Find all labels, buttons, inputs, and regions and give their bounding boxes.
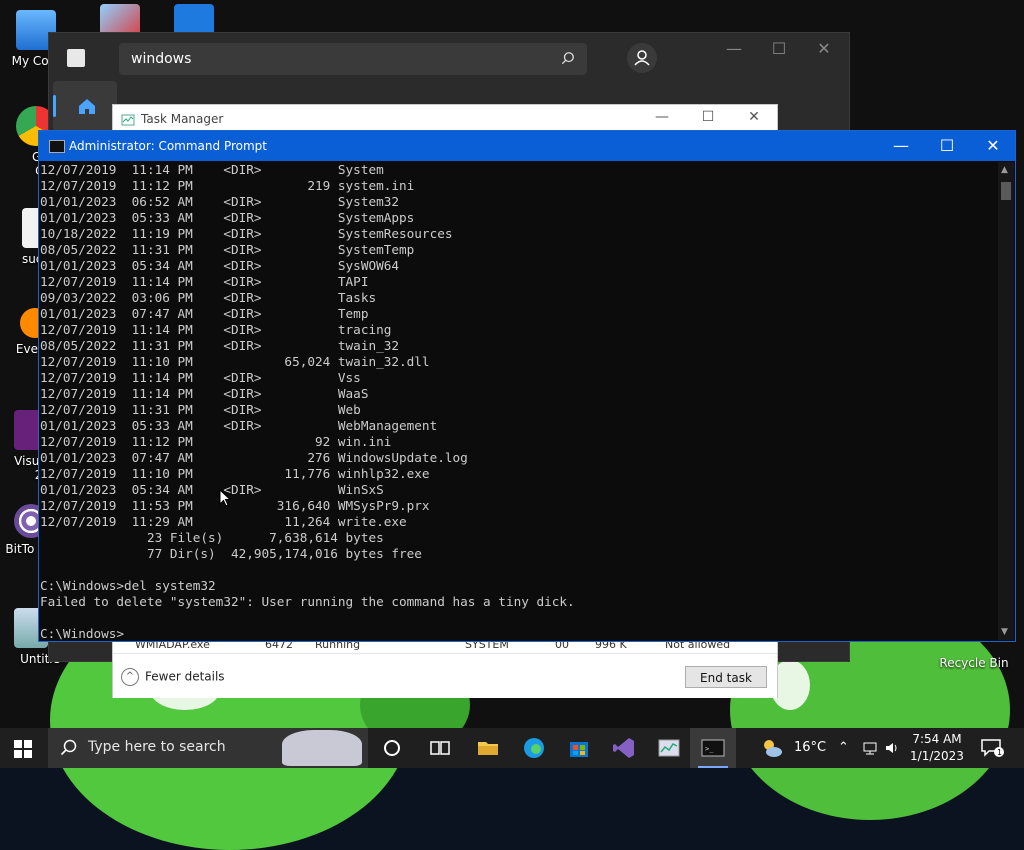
- close-icon[interactable]: ✕: [971, 135, 1015, 157]
- weather-cloud-sun-icon[interactable]: [760, 736, 784, 760]
- chevron-up-icon: ^: [121, 668, 139, 686]
- taskbar-active-app[interactable]: >_: [690, 728, 736, 768]
- network-icon[interactable]: [862, 740, 878, 756]
- home-nav-button[interactable]: [53, 81, 117, 131]
- weather-temperature[interactable]: 16°C: [794, 740, 826, 755]
- console-line: 77 Dir(s) 42,905,174,016 bytes free: [40, 546, 422, 561]
- console-line: 08/05/2022 11:31 PM <DIR> SystemTemp: [40, 242, 415, 257]
- close-icon[interactable]: ✕: [809, 39, 839, 58]
- console-line: 01/01/2023 06:52 AM <DIR> System32: [40, 194, 400, 209]
- visual-studio-icon[interactable]: [612, 736, 636, 760]
- start-search-value: windows: [131, 51, 192, 67]
- minimize-icon[interactable]: —: [879, 135, 923, 157]
- console-line: 01/01/2023 07:47 AM <DIR> Temp: [40, 306, 369, 321]
- vertical-scrollbar[interactable]: ▲ ▼: [998, 162, 1014, 640]
- minimize-icon[interactable]: —: [719, 39, 749, 58]
- minimize-icon[interactable]: —: [647, 109, 677, 125]
- user-account-icon[interactable]: [627, 43, 657, 73]
- console-line: 12/07/2019 11:10 PM 11,776 winhlp32.exe: [40, 466, 430, 481]
- console-line: 12/07/2019 11:10 PM 65,024 twain_32.dll: [40, 354, 430, 369]
- mouse-cursor-icon: [219, 489, 231, 507]
- window-title: Administrator: Command Prompt: [69, 139, 267, 153]
- clock-time: 7:54 AM: [912, 732, 962, 746]
- maximize-icon[interactable]: ☐: [925, 135, 969, 157]
- windows-start-icon[interactable]: [14, 740, 32, 758]
- store-icon[interactable]: [67, 49, 85, 67]
- console-line: 10/18/2022 11:19 PM <DIR> SystemResource…: [40, 226, 453, 241]
- console-output[interactable]: 12/07/2019 11:14 PM <DIR> System 12/07/20…: [40, 162, 998, 640]
- speaker-volume-icon[interactable]: [884, 740, 900, 756]
- microsoft-store-icon[interactable]: [567, 736, 591, 760]
- console-line: 12/07/2019 11:12 PM 92 win.ini: [40, 434, 392, 449]
- clock-date: 1/1/2023: [910, 749, 964, 763]
- console-line: Failed to delete "system32": User runnin…: [40, 594, 575, 609]
- console-line: 01/01/2023 05:33 AM <DIR> SystemApps: [40, 210, 415, 225]
- end-task-button[interactable]: End task: [685, 666, 767, 688]
- fewer-details-label: Fewer details: [145, 669, 225, 684]
- console-line: 12/07/2019 11:14 PM <DIR> tracing: [40, 322, 392, 337]
- console-line: C:\Windows>del system32: [40, 578, 216, 593]
- console-line: 09/03/2022 03:06 PM <DIR> Tasks: [40, 290, 377, 305]
- console-line: 12/07/2019 11:14 PM <DIR> Vss: [40, 370, 361, 385]
- console-line: 23 File(s) 7,638,614 bytes: [40, 530, 384, 545]
- scroll-down-icon[interactable]: ▼: [1001, 627, 1008, 637]
- console-line: 12/07/2019 11:14 PM <DIR> TAPI: [40, 274, 369, 289]
- window-title: Task Manager: [141, 112, 224, 126]
- taskbar: Type here to search >_ 16°C ⌃ 7:54 AM 1/…: [0, 728, 1024, 768]
- notification-center-icon[interactable]: 1: [980, 738, 1004, 758]
- fewer-details-button[interactable]: ^ Fewer details: [121, 668, 225, 686]
- maximize-icon[interactable]: ☐: [693, 109, 723, 125]
- search-highlight-illustration: [282, 730, 362, 766]
- search-placeholder: Type here to search: [88, 739, 226, 755]
- command-prompt-window: Administrator: Command Prompt — ☐ ✕ 12/0…: [38, 130, 1016, 642]
- notification-count: 1: [997, 748, 1002, 757]
- desktop-icon-label: Recycle Bin: [939, 656, 1009, 670]
- console-line: 12/07/2019 11:14 PM <DIR> WaaS: [40, 386, 369, 401]
- edge-browser-icon[interactable]: [522, 736, 546, 760]
- task-manager-footer: ^ Fewer details End task: [113, 653, 777, 698]
- svg-text:>_: >_: [705, 745, 714, 753]
- home-icon: [79, 99, 95, 114]
- console-line: 01/01/2023 05:34 AM <DIR> WinSxS: [40, 482, 384, 497]
- task-manager-taskbar-icon[interactable]: [657, 736, 681, 760]
- console-line: 08/05/2022 11:31 PM <DIR> twain_32: [40, 338, 400, 353]
- command-prompt-taskbar-icon: >_: [701, 739, 725, 757]
- chevron-up-icon[interactable]: ⌃: [838, 740, 854, 756]
- search-icon: [60, 739, 77, 756]
- title-bar[interactable]: Administrator: Command Prompt — ☐ ✕: [39, 131, 1015, 161]
- start-search-input[interactable]: windows: [119, 43, 587, 75]
- console-line: 01/01/2023 05:34 AM <DIR> SysWOW64: [40, 258, 400, 273]
- console-icon: [49, 140, 65, 153]
- console-line: 01/01/2023 07:47 AM 276 WindowsUpdate.lo…: [40, 450, 468, 465]
- clock[interactable]: 7:54 AM 1/1/2023: [904, 731, 970, 765]
- active-indicator: [53, 95, 56, 117]
- taskbar-search-box[interactable]: Type here to search: [48, 728, 368, 768]
- console-line: 12/07/2019 11:31 PM <DIR> Web: [40, 402, 361, 417]
- console-line: C:\Windows>: [40, 626, 125, 640]
- task-manager-icon: [121, 114, 135, 126]
- scrollbar-thumb[interactable]: [1001, 182, 1011, 200]
- console-line: 12/07/2019 11:53 PM 316,640 WMSysPr9.prx: [40, 498, 430, 513]
- console-line: 12/07/2019 11:12 PM 219 system.ini: [40, 178, 415, 193]
- scroll-up-icon[interactable]: ▲: [1001, 165, 1008, 175]
- search-icon[interactable]: [561, 51, 575, 65]
- console-line: 12/07/2019 11:29 AM 11,264 write.exe: [40, 514, 407, 529]
- close-icon[interactable]: ✕: [739, 109, 769, 125]
- task-view-icon[interactable]: [428, 736, 452, 760]
- file-explorer-icon[interactable]: [476, 736, 500, 760]
- maximize-icon[interactable]: ☐: [764, 39, 794, 58]
- console-line: 12/07/2019 11:14 PM <DIR> System: [40, 162, 384, 177]
- console-line: 01/01/2023 05:33 AM <DIR> WebManagement: [40, 418, 438, 433]
- cortana-icon[interactable]: [380, 736, 404, 760]
